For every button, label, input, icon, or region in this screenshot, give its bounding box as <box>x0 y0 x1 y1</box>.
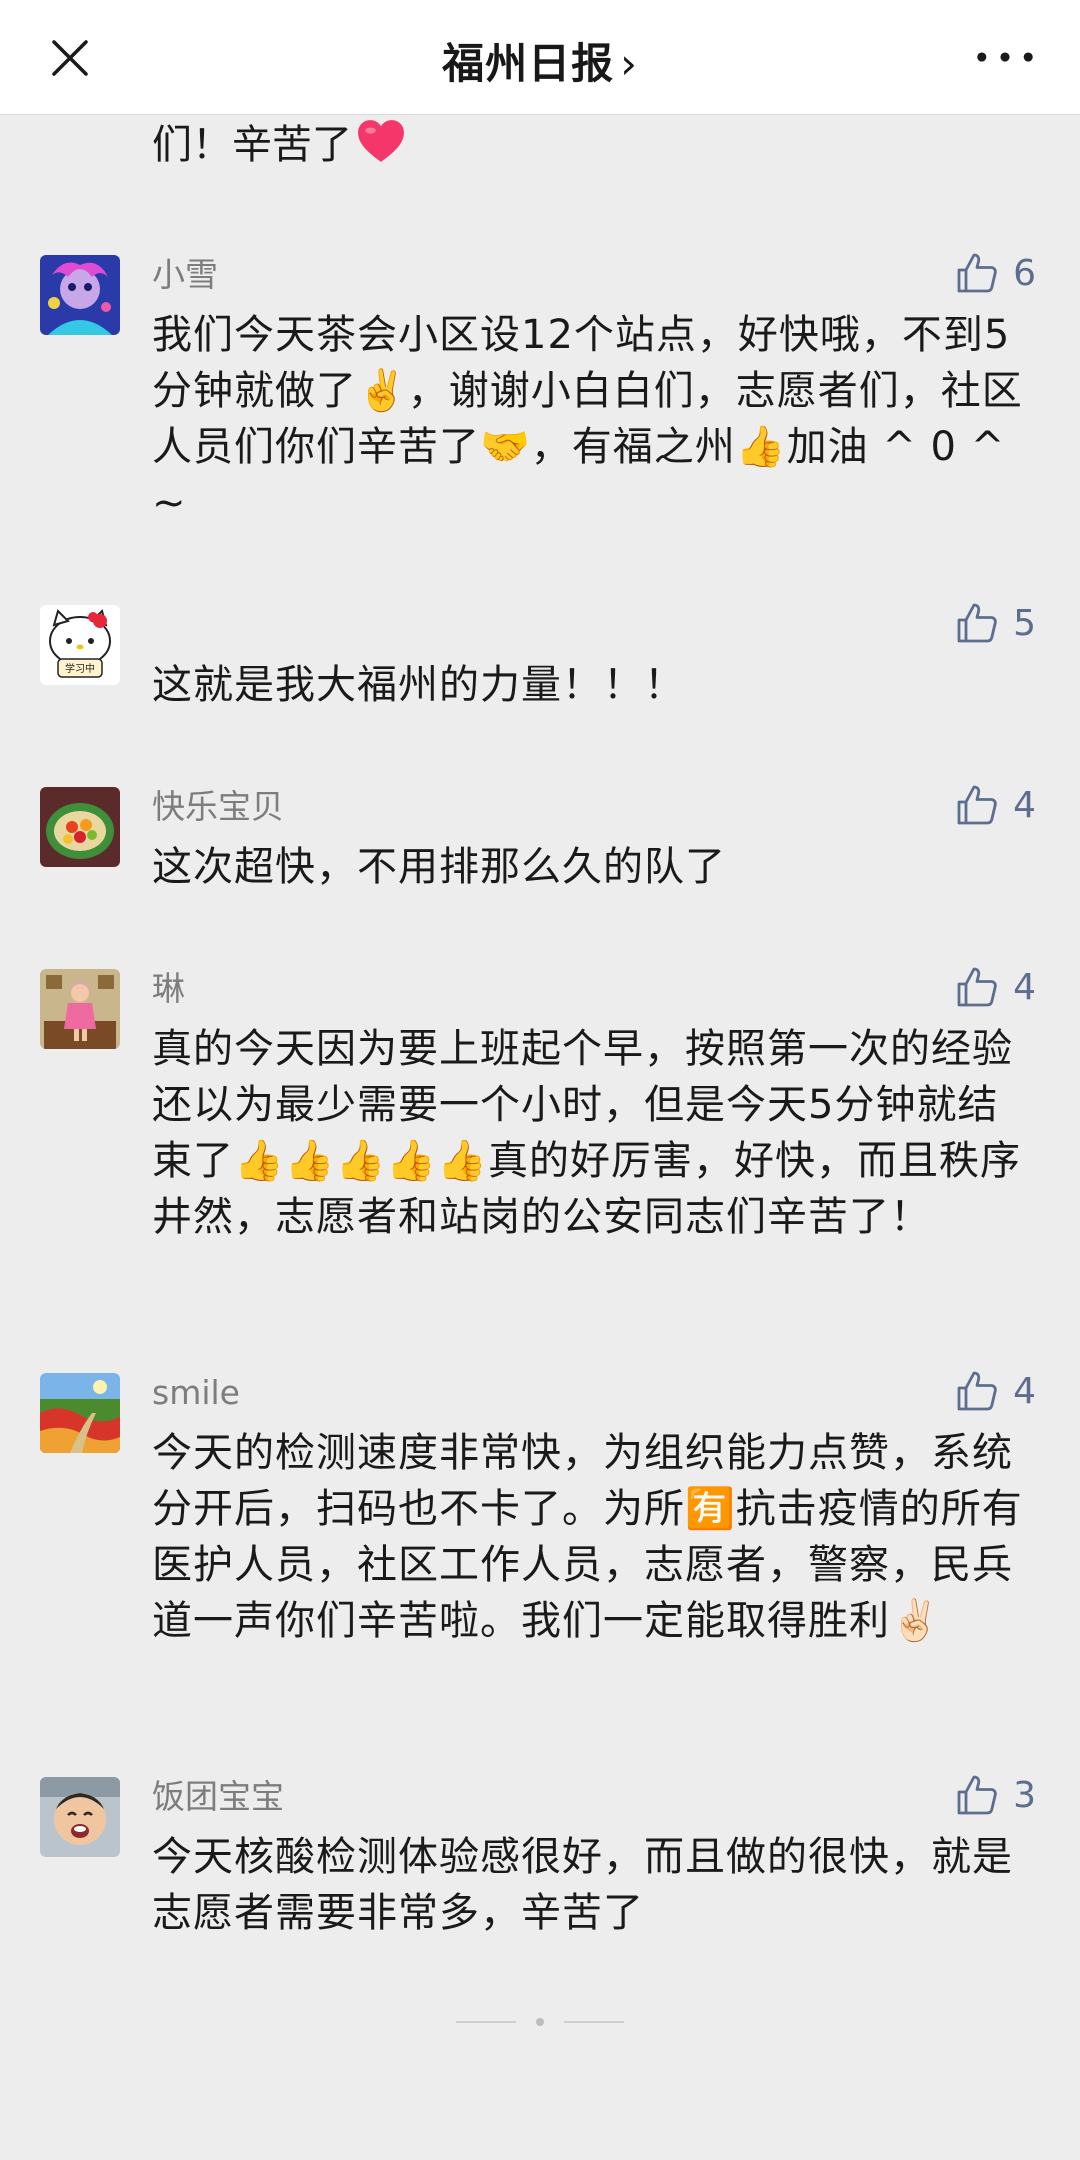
comment-text: 我们今天茶会小区设12个站点，好快哦，不到5分钟就做了✌️，谢谢小白白们，志愿者… <box>152 312 1023 526</box>
account-name: 福州日报 <box>442 39 615 88</box>
avatar[interactable] <box>40 255 120 335</box>
thumbs-up-icon <box>957 1775 997 1815</box>
like-button[interactable]: 6 <box>955 251 1036 295</box>
like-count: 4 <box>1013 966 1036 1008</box>
username: 快乐宝贝 <box>152 787 284 826</box>
avatar[interactable] <box>40 969 120 1049</box>
svg-text:学习中: 学习中 <box>65 662 95 675</box>
thumbs-up-icon <box>957 967 997 1007</box>
account-title[interactable]: 福州日报 › <box>0 30 1080 91</box>
divider <box>564 2021 624 2023</box>
heart-emoji-icon <box>356 118 406 174</box>
chevron-right-icon: › <box>620 39 638 88</box>
like-button[interactable]: 4 <box>955 1369 1036 1413</box>
like-button[interactable]: 3 <box>955 1773 1036 1817</box>
like-count: 4 <box>1013 1370 1036 1412</box>
like-button[interactable]: 5 <box>955 601 1036 645</box>
thumbs-up-icon <box>957 253 997 293</box>
avatar[interactable] <box>40 787 120 867</box>
partial-comment: 们！辛苦了 <box>152 112 406 174</box>
like-button[interactable]: 4 <box>955 783 1036 827</box>
thumbs-up-icon <box>957 1371 997 1411</box>
thumbs-up-icon <box>957 603 997 643</box>
like-count: 6 <box>1013 252 1036 294</box>
comment-text: 这就是我大福州的力量！！！ <box>152 662 685 708</box>
avatar[interactable] <box>40 1777 120 1857</box>
like-count: 4 <box>1013 784 1036 826</box>
more-icon <box>977 52 1033 62</box>
like-button[interactable]: 4 <box>955 965 1036 1009</box>
top-bar: 福州日报 › <box>0 0 1080 115</box>
like-count: 5 <box>1013 602 1036 644</box>
username: 小雪 <box>152 255 218 294</box>
comment-text: 真的今天因为要上班起个早，按照第一次的经验还以为最少需要一个小时，但是今天5分钟… <box>152 1026 1022 1240</box>
username: 琳 <box>152 969 185 1008</box>
dot-icon <box>536 2018 544 2026</box>
divider <box>456 2021 516 2023</box>
partial-comment-text: 们！辛苦了 <box>152 122 352 168</box>
end-of-list-indicator <box>0 2018 1080 2026</box>
comment-text: 这次超快，不用排那么久的队了 <box>152 844 726 890</box>
username: smile <box>152 1373 240 1412</box>
username: 饭团宝宝 <box>152 1777 284 1816</box>
more-button[interactable] <box>970 30 1040 84</box>
avatar[interactable] <box>40 1373 120 1453</box>
avatar[interactable]: 学习中 <box>40 605 120 685</box>
comment-text: 今天的检测速度非常快，为组织能力点赞，系统分开后，扫码也不卡了。为所🈶抗击疫情的… <box>152 1430 1023 1644</box>
thumbs-up-icon <box>957 785 997 825</box>
comment-text: 今天核酸检测体验感很好，而且做的很快，就是志愿者需要非常多，辛苦了 <box>152 1834 1013 1936</box>
like-count: 3 <box>1013 1774 1036 1816</box>
